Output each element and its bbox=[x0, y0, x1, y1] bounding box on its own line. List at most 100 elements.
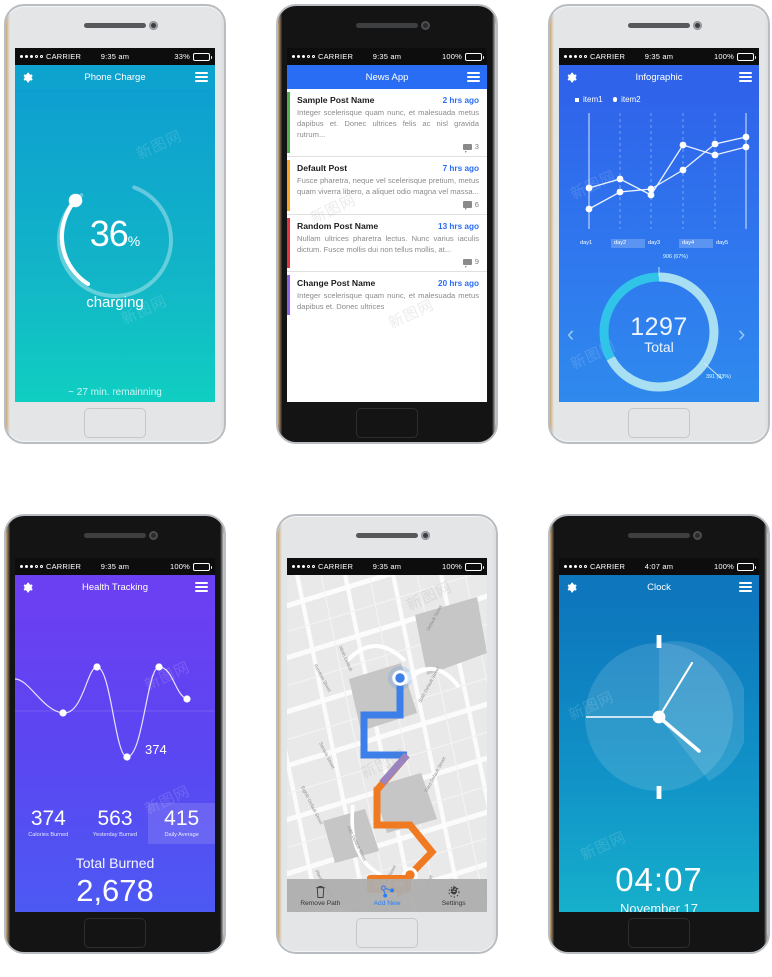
hamburger-icon[interactable] bbox=[195, 580, 208, 594]
front-camera-icon bbox=[693, 21, 702, 30]
phone-edge-right bbox=[492, 516, 496, 952]
chart-x-axis-labels: day1 day2 day3 day4 day5 bbox=[577, 239, 747, 248]
phone-edge-right bbox=[492, 6, 496, 442]
next-arrow-icon[interactable]: › bbox=[738, 323, 751, 345]
map-content[interactable]: Ninth Default Random Street Sample Stree… bbox=[287, 575, 487, 912]
health-line-chart bbox=[15, 663, 215, 761]
phone-edge-left bbox=[6, 516, 10, 952]
home-button[interactable] bbox=[356, 918, 418, 948]
list-item[interactable]: Default Post 7 hrs ago Fusce pharetra, n… bbox=[287, 157, 487, 215]
gear-icon[interactable] bbox=[22, 72, 33, 83]
signal-strength-icon bbox=[564, 54, 587, 59]
prev-arrow-icon[interactable]: ‹ bbox=[567, 323, 580, 345]
hamburger-icon[interactable] bbox=[195, 70, 208, 84]
stat-yesterday-burned[interactable]: 563 Yesterday Burned bbox=[82, 803, 149, 844]
chart-legend: item1 item2 bbox=[559, 89, 759, 104]
battery-percent: 100% bbox=[170, 562, 190, 571]
phone-infographic: CARRIER 9:35 am 100% Infographic 新图网 新图网 bbox=[548, 4, 770, 444]
post-comment-count: 6 bbox=[297, 200, 479, 210]
post-accent-bar bbox=[287, 217, 290, 269]
earpiece-speaker bbox=[84, 533, 146, 538]
news-list[interactable]: Sample Post Name 2 hrs ago Integer scele… bbox=[287, 89, 487, 402]
comment-icon bbox=[463, 201, 473, 210]
donut-total-label: Total bbox=[644, 339, 674, 355]
nav-title: Clock bbox=[647, 581, 671, 593]
phone-bottom-bezel bbox=[550, 402, 768, 442]
status-bar: CARRIER 9:35 am 100% bbox=[15, 558, 215, 575]
front-camera-icon bbox=[421, 531, 430, 540]
battery-percent: 100% bbox=[714, 52, 734, 61]
earpiece-speaker bbox=[356, 23, 418, 28]
digital-time: 04:07 bbox=[615, 861, 703, 898]
post-excerpt: Nullam ultrices pharetra lectus. Nunc va… bbox=[297, 233, 479, 254]
signal-strength-icon bbox=[292, 564, 315, 569]
front-camera-icon bbox=[421, 21, 430, 30]
total-burned-value: 2,678 bbox=[76, 873, 154, 908]
home-button[interactable] bbox=[628, 918, 690, 948]
nav-bar-clock: Clock bbox=[559, 575, 759, 599]
status-time: 9:35 am bbox=[372, 562, 402, 571]
list-item[interactable]: Sample Post Name 2 hrs ago Integer scele… bbox=[287, 89, 487, 158]
phone-bottom-bezel bbox=[278, 402, 496, 442]
battery-percent: 100% bbox=[714, 562, 734, 571]
gear-icon[interactable] bbox=[22, 582, 33, 593]
infographic-content: 新图网 新图网 item1 item2 day1 day2 day3 day4 … bbox=[559, 89, 759, 402]
post-accent-bar bbox=[287, 275, 290, 316]
screen-infographic: CARRIER 9:35 am 100% Infographic 新图网 新图网 bbox=[559, 48, 759, 402]
chart-point-label: 374 bbox=[145, 742, 167, 757]
x-tick-day3: day3 bbox=[648, 240, 661, 246]
screen-health: CARRIER 9:35 am 100% Health Tracking 新图网… bbox=[15, 558, 215, 912]
health-stats-row: 374 Calories Burned 563 Yesterday Burned… bbox=[15, 803, 215, 844]
phone-edge-left bbox=[278, 516, 282, 952]
signal-strength-icon bbox=[20, 54, 43, 59]
front-camera-icon bbox=[149, 531, 158, 540]
map-toolbar: Remove Path Add New Settings bbox=[287, 879, 487, 912]
list-item[interactable]: Random Post Name 13 hrs ago Nullam ultri… bbox=[287, 215, 487, 273]
charge-percent: 36% bbox=[50, 213, 180, 255]
status-time: 4:07 am bbox=[644, 562, 674, 571]
gear-icon[interactable] bbox=[566, 72, 577, 83]
home-button[interactable] bbox=[628, 408, 690, 438]
stat-calories-burned[interactable]: 374 Calories Burned bbox=[15, 803, 82, 844]
toolbar-label: Add New bbox=[373, 900, 401, 907]
status-bar: CARRIER 9:35 am 100% bbox=[287, 48, 487, 65]
home-button[interactable] bbox=[84, 918, 146, 948]
post-excerpt: Integer scelerisque quam nunc, et malesu… bbox=[297, 291, 479, 312]
clock-content: 新图网 新图网 04:07 November 17 bbox=[559, 599, 759, 912]
post-title: Default Post bbox=[297, 163, 348, 174]
phone-health: CARRIER 9:35 am 100% Health Tracking 新图网… bbox=[4, 514, 226, 954]
hamburger-icon[interactable] bbox=[739, 70, 752, 84]
list-item[interactable]: Change Post Name 20 hrs ago Integer scel… bbox=[287, 272, 487, 318]
phone-edge-left bbox=[550, 6, 554, 442]
analog-clock bbox=[585, 635, 744, 799]
hamburger-icon[interactable] bbox=[467, 70, 480, 84]
add-new-button[interactable]: Add New bbox=[354, 884, 421, 907]
x-tick-day5: day5 bbox=[716, 240, 729, 246]
post-title: Change Post Name bbox=[297, 278, 376, 289]
x-tick-day4: day4 bbox=[679, 239, 713, 248]
post-excerpt: Fusce pharetra, neque vel scelerisque pr… bbox=[297, 176, 479, 197]
earpiece-speaker bbox=[628, 23, 690, 28]
nav-bar-news: News App bbox=[287, 65, 487, 89]
map-canvas[interactable]: Ninth Default Random Street Sample Stree… bbox=[287, 575, 487, 912]
remove-path-button[interactable]: Remove Path bbox=[287, 884, 354, 907]
charge-content: 新图网 新图网 36% charging ~ 27 min. remainnin… bbox=[15, 89, 215, 402]
post-excerpt: Integer scelerisque quam nunc, et malesu… bbox=[297, 108, 479, 139]
home-button[interactable] bbox=[356, 408, 418, 438]
toolbar-label: Remove Path bbox=[300, 900, 341, 907]
legend-item-item1: item1 bbox=[575, 95, 603, 104]
post-accent-bar bbox=[287, 92, 290, 154]
settings-button[interactable]: Settings bbox=[420, 884, 487, 907]
carrier-label: CARRIER bbox=[45, 52, 82, 61]
stat-label: Calories Burned bbox=[28, 832, 69, 838]
gear-icon bbox=[420, 884, 487, 899]
charge-ring-handle[interactable] bbox=[68, 193, 83, 208]
hamburger-icon[interactable] bbox=[739, 580, 752, 594]
home-button[interactable] bbox=[84, 408, 146, 438]
nav-title: Infographic bbox=[635, 71, 683, 83]
trash-icon bbox=[287, 884, 354, 899]
gear-icon[interactable] bbox=[566, 582, 577, 593]
nav-title: Phone Charge bbox=[84, 71, 146, 83]
stat-daily-average[interactable]: 415 Daily Average bbox=[148, 803, 215, 844]
nav-bar-health: Health Tracking bbox=[15, 575, 215, 599]
